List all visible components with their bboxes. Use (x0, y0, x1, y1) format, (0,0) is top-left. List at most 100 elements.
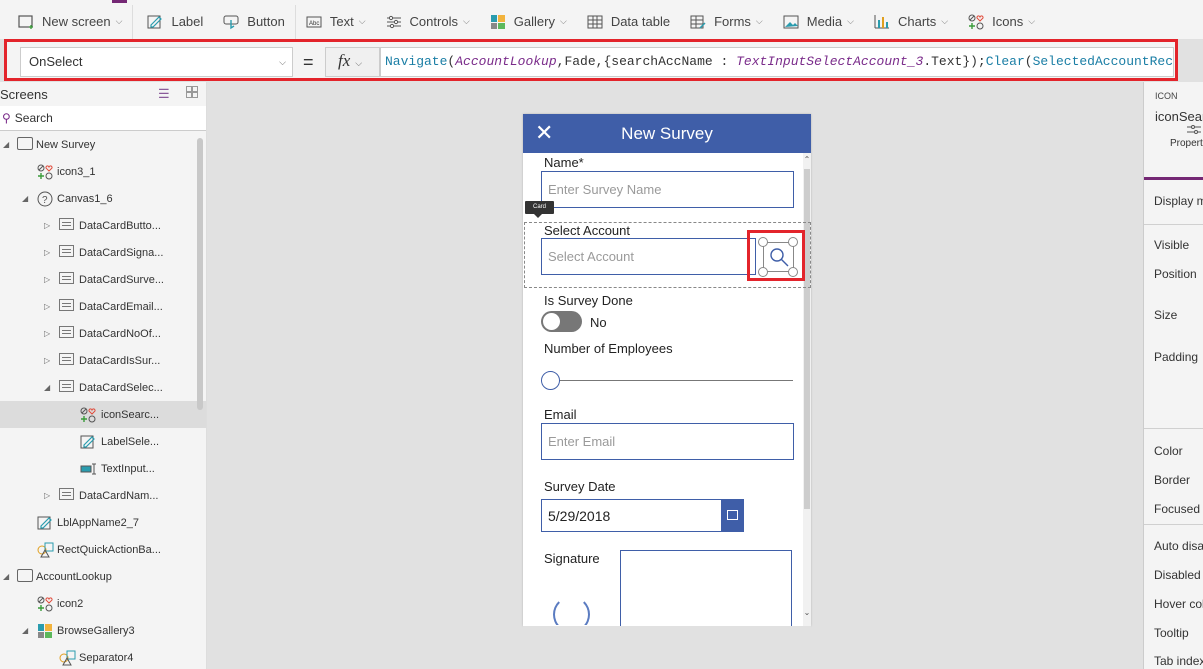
property-row[interactable]: Position (1154, 267, 1197, 281)
email-input[interactable]: Enter Email (541, 423, 794, 460)
fx-icon: fx (338, 51, 351, 70)
tree-node[interactable]: LabelSele... (0, 428, 206, 455)
property-row[interactable]: Size (1154, 308, 1177, 322)
survey-date-input[interactable]: 5/29/2018 (541, 499, 722, 532)
chevron-down-icon: ⌵ (115, 16, 123, 26)
card-tooltip: Card (525, 201, 554, 218)
tree-node[interactable]: ▷ DataCardNoOf... (0, 320, 206, 347)
icons-menu[interactable]: Icons ⌵ (958, 4, 1045, 39)
gallery-icon (490, 14, 506, 30)
card-icon (59, 380, 77, 396)
collapse-icon[interactable]: ◢ (22, 626, 28, 635)
resize-handle[interactable] (758, 237, 768, 247)
tree-node[interactable]: ◢? Canvas1_6 (0, 185, 206, 212)
expand-icon[interactable]: ▷ (44, 329, 50, 338)
property-row[interactable]: Visible (1154, 238, 1189, 252)
new-screen-button[interactable]: New screen ⌵ (0, 4, 132, 39)
resize-handle[interactable] (758, 267, 768, 277)
collapse-icon[interactable]: ◢ (44, 383, 50, 392)
tree-node[interactable]: icon2 (0, 590, 206, 617)
scroll-down-icon[interactable]: ⌄ (803, 608, 811, 617)
charts-icon (874, 14, 890, 30)
tree-node[interactable]: RectQuickActionBa... (0, 536, 206, 563)
collapse-icon[interactable]: ◢ (22, 194, 28, 203)
scroll-thumb[interactable] (804, 169, 810, 509)
controls-menu[interactable]: Controls ⌵ (376, 4, 480, 39)
tree-node[interactable]: ▷ DataCardIsSur... (0, 347, 206, 374)
employees-label: Number of Employees (544, 341, 673, 356)
tree-node[interactable]: LblAppName2_7 (0, 509, 206, 536)
charts-menu[interactable]: Charts ⌵ (864, 4, 958, 39)
media-menu[interactable]: Media ⌵ (773, 4, 864, 39)
property-row[interactable]: Tooltip (1154, 626, 1189, 640)
label-button[interactable]: Label (133, 4, 213, 39)
expand-icon[interactable]: ▷ (44, 356, 50, 365)
property-dropdown[interactable]: OnSelect ⌵ (20, 47, 293, 77)
tree-node[interactable]: ▷ DataCardButto... (0, 212, 206, 239)
property-row[interactable]: Border (1154, 473, 1190, 487)
property-row[interactable]: Hover col (1154, 597, 1203, 611)
toggle-knob (543, 313, 560, 330)
employees-slider-track[interactable] (558, 380, 793, 381)
text-menu[interactable]: Abc Text ⌵ (296, 4, 376, 39)
screen-icon (17, 569, 35, 585)
tree-scrollbar[interactable] (197, 138, 203, 410)
resize-handle[interactable] (788, 267, 798, 277)
fx-button[interactable]: fx ⌵ (325, 47, 380, 77)
survey-done-toggle[interactable] (541, 311, 582, 332)
tree-node[interactable]: Separator4 (0, 644, 206, 669)
survey-name-input[interactable]: Enter Survey Name (541, 171, 794, 208)
gallery-menu[interactable]: Gallery ⌵ (480, 4, 577, 39)
tree-search-input[interactable]: ⚲ Search (0, 106, 206, 131)
tree-node[interactable]: ▷ DataCardEmail... (0, 293, 206, 320)
tree-node[interactable]: ▷ DataCardSurve... (0, 266, 206, 293)
date-picker-button[interactable] (721, 499, 744, 532)
tab-underline (1144, 177, 1203, 180)
formula-input[interactable]: Navigate (AccountLookup,Fade,{searchAccNa… (380, 47, 1174, 77)
tree-node[interactable]: ◢ AccountLookup (0, 563, 206, 590)
tree-node[interactable]: TextInput... (0, 455, 206, 482)
thumbnail-view-icon[interactable] (186, 86, 198, 98)
expand-icon[interactable]: ▷ (44, 302, 50, 311)
expand-icon[interactable]: ▷ (44, 221, 50, 230)
equals-sign: = (303, 52, 314, 72)
card-icon (59, 245, 77, 261)
data-table-button[interactable]: Data table (577, 4, 680, 39)
unknown-icon: ? (37, 191, 55, 207)
expand-icon[interactable]: ▷ (44, 491, 50, 500)
property-row[interactable]: Padding (1154, 350, 1198, 364)
expand-icon[interactable]: ▷ (44, 248, 50, 257)
property-row[interactable]: Disabled (1154, 568, 1201, 582)
divider (1144, 524, 1203, 525)
formula-token: ( (1024, 54, 1033, 69)
collapse-icon[interactable]: ◢ (3, 140, 9, 149)
collapse-icon[interactable]: ◢ (3, 572, 9, 581)
tree-node[interactable]: ▷ DataCardSigna... (0, 239, 206, 266)
properties-tab[interactable]: Propert (1170, 138, 1203, 149)
resize-handle[interactable] (788, 237, 798, 247)
tree-node[interactable]: ◢ BrowseGallery3 (0, 617, 206, 644)
property-row[interactable]: Auto disa (1154, 539, 1203, 553)
forms-menu[interactable]: Forms ⌵ (680, 4, 773, 39)
tree-node[interactable]: iconSearc... (0, 401, 206, 428)
signature-pen-input[interactable] (620, 550, 792, 630)
button-button[interactable]: Button (213, 4, 295, 39)
tree-node-label: DataCardNam... (79, 489, 159, 502)
tree-node-label: iconSearc... (101, 408, 160, 421)
employees-slider-thumb[interactable] (541, 371, 560, 390)
property-row[interactable]: Tab index (1154, 654, 1203, 668)
property-row[interactable]: Focused I (1154, 502, 1203, 516)
tree-node[interactable]: ▷ DataCardNam... (0, 482, 206, 509)
tree-view-icon[interactable]: ☰ (158, 86, 170, 102)
expand-icon[interactable]: ▷ (44, 275, 50, 284)
property-row[interactable]: Display m (1154, 194, 1203, 208)
tree-node[interactable]: ◢ DataCardSelec... (0, 374, 206, 401)
tree-node[interactable]: icon3_1 (0, 158, 206, 185)
icons-icon (37, 164, 55, 180)
scroll-up-icon[interactable]: ⌃ (803, 155, 811, 164)
property-row[interactable]: Color (1154, 444, 1183, 458)
select-account-input[interactable]: Select Account (541, 238, 756, 275)
tree-list: ◢ New Survey icon3_1 ◢? Canvas1_6 ▷ DataCardBu… (0, 131, 206, 669)
tree-node-label: DataCardSelec... (79, 381, 163, 394)
tree-node[interactable]: ◢ New Survey (0, 131, 206, 158)
